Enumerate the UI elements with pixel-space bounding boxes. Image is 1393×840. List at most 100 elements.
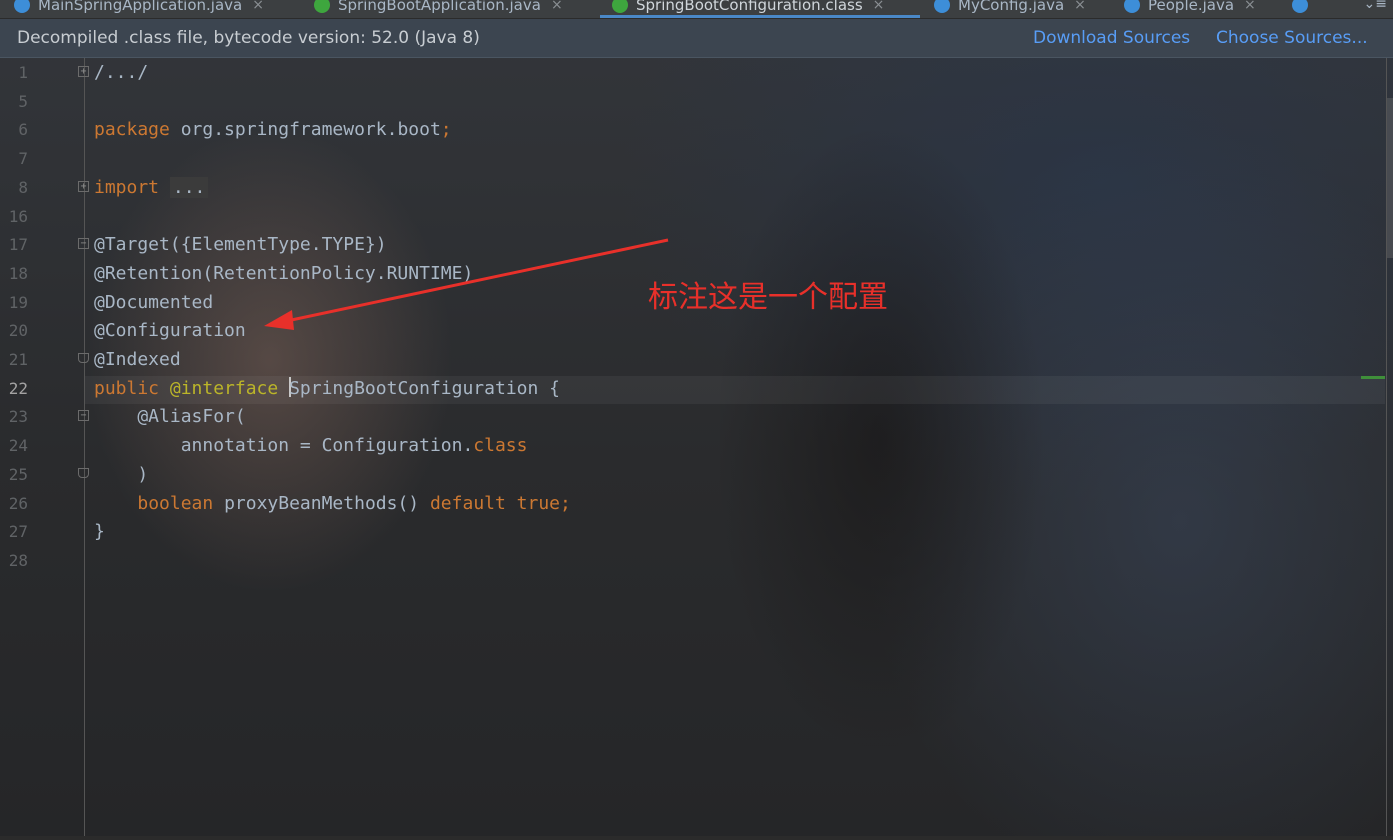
code-line[interactable]: 24 annotation = Configuration.class: [0, 432, 1385, 460]
decompiled-notice-bar: Decompiled .class file, bytecode version…: [0, 19, 1393, 58]
line-number[interactable]: 5: [0, 88, 28, 116]
tab-label: MyConfig.java: [958, 0, 1065, 14]
code-line[interactable]: 7: [0, 145, 1385, 173]
code-token: org.springframework.boot: [180, 119, 441, 141]
tab-partial[interactable]: [1292, 0, 1316, 16]
tab-mainspringapplication[interactable]: MainSpringApplication.java ×: [14, 0, 264, 16]
code-token: package: [94, 119, 181, 141]
annotation-note: 标注这是一个配置: [648, 280, 888, 315]
close-icon[interactable]: ×: [1074, 0, 1086, 13]
line-number[interactable]: 22: [0, 375, 28, 403]
tab-label: SpringBootConfiguration.class: [636, 0, 863, 14]
code-token: @Indexed: [94, 349, 181, 370]
annotation-class-icon: [612, 0, 628, 13]
line-number[interactable]: 8: [0, 174, 28, 202]
code-text[interactable]: @Target({ElementType.TYPE}): [94, 231, 387, 259]
code-token: public: [94, 377, 170, 399]
tab-overflow-icon[interactable]: ⌄≡: [1364, 0, 1387, 12]
fold-collapse-icon[interactable]: −: [78, 410, 89, 422]
code-text[interactable]: @AliasFor(: [94, 403, 246, 431]
line-number[interactable]: 20: [0, 317, 28, 345]
fold-collapse-icon[interactable]: [78, 353, 89, 363]
code-token: }: [94, 521, 105, 543]
code-line[interactable]: 16: [0, 203, 1385, 231]
code-token: @AliasFor(: [94, 406, 246, 428]
close-icon[interactable]: ×: [252, 0, 264, 13]
code-text[interactable]: @Indexed: [94, 346, 181, 374]
code-text[interactable]: @Retention(RetentionPolicy.RUNTIME): [94, 260, 473, 288]
code-text[interactable]: annotation = Configuration.class: [94, 432, 528, 460]
code-token: @Target({ElementType.TYPE}): [94, 234, 387, 256]
line-number[interactable]: 7: [0, 145, 28, 173]
line-number[interactable]: 1: [0, 59, 28, 87]
choose-sources-link[interactable]: Choose Sources...: [1216, 28, 1368, 48]
tab-springbootapplication[interactable]: SpringBootApplication.java ×: [314, 0, 563, 16]
fold-collapse-icon[interactable]: −: [78, 238, 89, 250]
decompiled-notice-text: Decompiled .class file, bytecode version…: [17, 28, 480, 48]
close-icon[interactable]: ×: [551, 0, 563, 13]
code-line[interactable]: 26 boolean proxyBeanMethods() default tr…: [0, 490, 1385, 518]
class-icon: [1124, 0, 1140, 13]
code-editor[interactable]: 1 + /.../ 5 6 package org.springframework.boo…: [0, 58, 1393, 836]
code-text[interactable]: import ...: [94, 174, 209, 202]
code-token: boolean: [137, 492, 225, 514]
line-number[interactable]: 17: [0, 231, 28, 259]
code-line[interactable]: 8 + import ...: [0, 174, 1385, 202]
code-line[interactable]: 1 + /.../: [0, 59, 1385, 87]
folded-region[interactable]: ...: [169, 176, 209, 198]
code-line[interactable]: 25 ): [0, 461, 1385, 489]
line-number[interactable]: 19: [0, 289, 28, 317]
tab-label: People.java: [1148, 0, 1235, 14]
code-line[interactable]: 23 − @AliasFor(: [0, 403, 1385, 431]
tab-myconfig[interactable]: MyConfig.java ×: [934, 0, 1086, 16]
class-icon: [1292, 0, 1308, 13]
code-line[interactable]: 20 @Configuration: [0, 317, 1385, 345]
fold-expand-icon[interactable]: +: [78, 66, 89, 77]
code-text[interactable]: public @interface SpringBootConfiguratio…: [94, 375, 560, 403]
code-line[interactable]: 5: [0, 88, 1385, 116]
tab-label: MainSpringApplication.java: [38, 0, 243, 14]
class-icon: [934, 0, 950, 13]
scrollbar-track[interactable]: [1387, 98, 1393, 258]
code-line[interactable]: 6 package org.springframework.boot;: [0, 116, 1385, 144]
line-number[interactable]: 6: [0, 116, 28, 144]
code-token: @interface: [169, 377, 290, 399]
fold-collapse-icon[interactable]: [78, 467, 89, 478]
line-number[interactable]: 26: [0, 490, 28, 518]
download-sources-link[interactable]: Download Sources: [1033, 28, 1190, 48]
code-token: annotation = Configuration.: [94, 435, 474, 457]
line-number[interactable]: 24: [0, 432, 28, 460]
line-number[interactable]: 28: [0, 547, 28, 575]
code-text[interactable]: }: [94, 518, 105, 546]
code-text[interactable]: /.../: [94, 59, 148, 87]
active-tab-indicator: [600, 15, 920, 18]
code-text[interactable]: package org.springframework.boot;: [94, 116, 452, 144]
close-icon[interactable]: ×: [873, 0, 885, 13]
code-token: default true;: [429, 492, 571, 514]
close-icon[interactable]: ×: [1244, 0, 1256, 13]
line-number[interactable]: 21: [0, 346, 28, 374]
code-text[interactable]: ): [94, 461, 148, 489]
code-text[interactable]: @Configuration: [94, 317, 246, 345]
line-number[interactable]: 23: [0, 403, 28, 431]
code-line[interactable]: 27}: [0, 518, 1385, 546]
code-line[interactable]: 17 − @Target({ElementType.TYPE}): [0, 231, 1385, 259]
code-line[interactable]: 22 public @interface SpringBootConfigurat…: [0, 375, 1385, 403]
line-number[interactable]: 16: [0, 203, 28, 231]
code-text[interactable]: boolean proxyBeanMethods() default true;: [94, 490, 571, 518]
line-number[interactable]: 25: [0, 461, 28, 489]
editor-tab-bar: MainSpringApplication.java × SpringBootA…: [0, 0, 1393, 19]
line-number[interactable]: 27: [0, 518, 28, 546]
code-token: @Documented: [94, 291, 214, 313]
tab-springbootconfiguration[interactable]: SpringBootConfiguration.class ×: [612, 0, 884, 16]
code-line[interactable]: 21 @Indexed: [0, 346, 1385, 374]
code-text[interactable]: @Documented: [94, 289, 213, 317]
annotation-icon: [314, 0, 330, 13]
line-number[interactable]: 18: [0, 260, 28, 288]
code-line[interactable]: 28: [0, 547, 1385, 575]
fold-expand-icon[interactable]: +: [78, 180, 89, 192]
code-token: SpringBootConfiguration {: [289, 377, 561, 399]
code-token: import: [94, 176, 170, 198]
code-token: ;: [440, 119, 452, 141]
tab-people[interactable]: People.java ×: [1124, 0, 1256, 16]
